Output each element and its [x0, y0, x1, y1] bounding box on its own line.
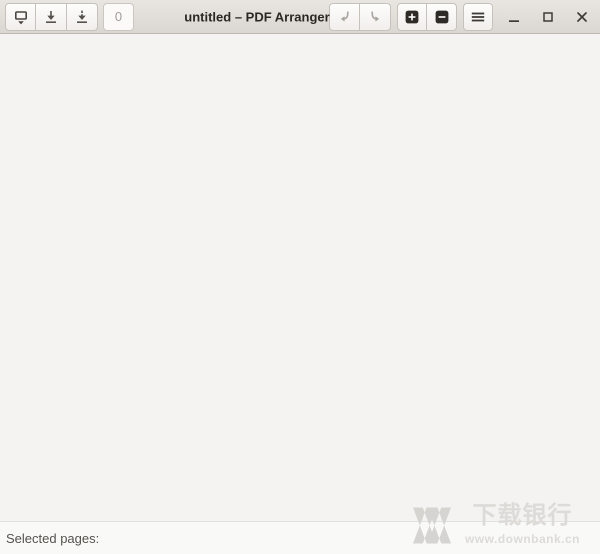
- zoom-in-square-icon: [405, 10, 419, 23]
- zoom-out-square-icon: [435, 10, 448, 23]
- main-menu-button[interactable]: [463, 2, 493, 31]
- maximize-icon: [543, 11, 553, 22]
- statusbar: Selected pages:: [0, 521, 600, 554]
- undo-arrow-icon: [340, 10, 349, 22]
- zoom-group: [397, 2, 457, 31]
- undo-button[interactable]: [329, 2, 360, 31]
- window-title: untitled – PDF Arranger: [184, 9, 330, 24]
- save-download-icon: [46, 10, 56, 23]
- zoom-out-button[interactable]: [427, 2, 457, 31]
- maximize-button[interactable]: [535, 3, 561, 31]
- minimize-icon: [509, 19, 519, 22]
- document-open-dropdown-icon: [14, 10, 27, 24]
- undo-redo-group: [329, 2, 391, 31]
- open-menu-button[interactable]: [5, 2, 36, 31]
- file-actions-group: [5, 2, 98, 31]
- minimize-button[interactable]: [501, 3, 527, 31]
- headerbar[interactable]: untitled – PDF Arranger: [0, 0, 600, 34]
- toolbar-left: [5, 2, 134, 31]
- close-button[interactable]: [569, 3, 595, 31]
- selected-pages-label: Selected pages:: [6, 530, 100, 546]
- redo-button[interactable]: [360, 2, 391, 31]
- save-button[interactable]: [36, 2, 67, 31]
- toolbar-right: [329, 2, 595, 31]
- pdf-arranger-window: untitled – PDF Arranger: [0, 0, 600, 554]
- redo-arrow-icon: [371, 10, 380, 22]
- zoom-in-button[interactable]: [397, 2, 427, 31]
- hamburger-menu-icon: [471, 12, 485, 21]
- close-icon: [577, 11, 587, 22]
- window-controls: [501, 3, 595, 31]
- import-download-dashed-icon: [77, 10, 87, 23]
- page-number-entry: [103, 2, 134, 31]
- pages-canvas[interactable]: [0, 34, 600, 521]
- import-button[interactable]: [67, 2, 98, 31]
